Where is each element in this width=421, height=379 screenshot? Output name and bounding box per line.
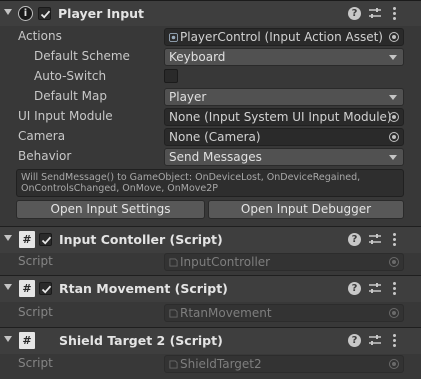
shield-target-script-field: ShieldTarget2 bbox=[164, 355, 404, 373]
script-value: InputController bbox=[180, 255, 271, 269]
info-line-1: Will SendMessage() to GameObject: OnDevi… bbox=[21, 172, 361, 183]
behavior-value: Send Messages bbox=[169, 150, 262, 164]
dropdown-arrow-icon bbox=[389, 95, 397, 100]
default-map-value: Player bbox=[169, 90, 207, 104]
input-controller-enabled-checkbox[interactable] bbox=[39, 233, 52, 246]
camera-value: None (Camera) bbox=[169, 130, 261, 144]
camera-label: Camera bbox=[18, 129, 66, 143]
rtan-movement-title: Rtan Movement (Script) bbox=[59, 281, 228, 296]
presets-icon[interactable] bbox=[368, 232, 382, 246]
ui-input-module-value: None (Input System UI Input Module) bbox=[169, 110, 392, 124]
kebab-menu-icon[interactable] bbox=[393, 282, 397, 296]
kebab-menu-icon[interactable] bbox=[393, 7, 397, 21]
object-picker-icon[interactable] bbox=[389, 132, 399, 142]
script-value: ShieldTarget2 bbox=[180, 357, 262, 371]
script-label: Script bbox=[18, 254, 53, 268]
script-file-icon bbox=[169, 360, 178, 369]
rtan-movement-enabled-checkbox[interactable] bbox=[39, 282, 52, 295]
kebab-menu-icon[interactable] bbox=[393, 233, 397, 247]
default-scheme-label: Default Scheme bbox=[34, 49, 130, 63]
presets-icon[interactable] bbox=[368, 333, 382, 347]
fold-arrow-icon[interactable] bbox=[4, 336, 12, 342]
script-file-icon bbox=[169, 258, 178, 267]
input-controller-title: Input Contoller (Script) bbox=[59, 232, 223, 247]
input-controller-header[interactable]: # Input Contoller (Script) ? bbox=[0, 227, 421, 253]
script-hash-icon: # bbox=[19, 332, 35, 349]
help-icon[interactable]: ? bbox=[348, 233, 361, 246]
presets-icon[interactable] bbox=[368, 281, 382, 295]
object-picker-icon bbox=[389, 359, 399, 369]
script-value: RtanMovement bbox=[180, 306, 272, 320]
script-hash-icon: # bbox=[19, 231, 35, 248]
default-map-label: Default Map bbox=[34, 89, 107, 103]
default-map-dropdown[interactable]: Player bbox=[164, 88, 404, 106]
presets-icon[interactable] bbox=[368, 6, 382, 20]
shield-target-title: Shield Target 2 (Script) bbox=[59, 333, 223, 348]
rtan-movement-script-field: RtanMovement bbox=[164, 304, 404, 322]
object-picker-icon[interactable] bbox=[389, 112, 399, 122]
object-picker-icon bbox=[389, 308, 399, 318]
behavior-label: Behavior bbox=[18, 149, 72, 163]
actions-value: PlayerControl (Input Action Asset) bbox=[180, 30, 383, 44]
open-input-settings-button[interactable]: Open Input Settings bbox=[16, 200, 205, 219]
help-icon[interactable]: ? bbox=[348, 7, 361, 20]
dropdown-arrow-icon bbox=[389, 155, 397, 160]
actions-label: Actions bbox=[18, 29, 62, 43]
object-picker-icon bbox=[389, 257, 399, 267]
fold-arrow-icon[interactable] bbox=[4, 284, 12, 290]
behavior-dropdown[interactable]: Send Messages bbox=[164, 148, 404, 166]
script-label: Script bbox=[18, 305, 53, 319]
auto-switch-checkbox[interactable] bbox=[164, 69, 178, 83]
ui-input-module-label: UI Input Module bbox=[18, 109, 113, 123]
player-input-title: Player Input bbox=[58, 6, 145, 21]
rtan-movement-header[interactable]: # Rtan Movement (Script) ? bbox=[0, 276, 421, 302]
kebab-menu-icon[interactable] bbox=[393, 334, 397, 348]
input-action-asset-icon bbox=[169, 33, 178, 42]
script-label: Script bbox=[18, 356, 53, 370]
behavior-info-box: Will SendMessage() to GameObject: OnDevi… bbox=[16, 169, 404, 197]
camera-field[interactable]: None (Camera) bbox=[164, 128, 404, 146]
fold-arrow-icon[interactable] bbox=[4, 9, 12, 15]
ui-input-module-field[interactable]: None (Input System UI Input Module) bbox=[164, 108, 404, 126]
actions-field[interactable]: PlayerControl (Input Action Asset) bbox=[164, 28, 404, 46]
object-picker-icon[interactable] bbox=[389, 32, 399, 42]
script-hash-icon: # bbox=[19, 280, 35, 297]
info-icon: i bbox=[18, 6, 33, 21]
shield-target-header[interactable]: # Shield Target 2 (Script) ? bbox=[0, 328, 421, 354]
default-scheme-value: Keyboard bbox=[169, 50, 226, 64]
player-input-header[interactable]: i Player Input ? bbox=[0, 0, 421, 26]
dropdown-arrow-icon bbox=[389, 55, 397, 60]
auto-switch-label: Auto-Switch bbox=[34, 69, 107, 83]
fold-arrow-icon[interactable] bbox=[4, 235, 12, 241]
player-input-enabled-checkbox[interactable] bbox=[38, 7, 51, 20]
open-input-debugger-button[interactable]: Open Input Debugger bbox=[208, 200, 404, 219]
script-file-icon bbox=[169, 309, 178, 318]
default-scheme-dropdown[interactable]: Keyboard bbox=[164, 48, 404, 66]
help-icon[interactable]: ? bbox=[348, 334, 361, 347]
input-controller-script-field: InputController bbox=[164, 253, 404, 271]
info-line-2: OnControlsChanged, OnMove, OnMove2P bbox=[21, 183, 218, 194]
help-icon[interactable]: ? bbox=[348, 282, 361, 295]
